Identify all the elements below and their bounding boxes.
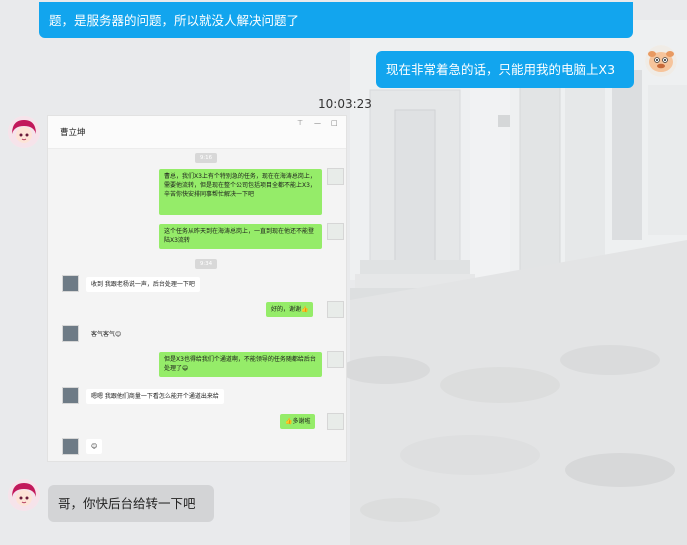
screenshot-message-sent: 这个任务从昨天到在海涛总岗上，一直到现在他还不能登陆X3流转 [159, 224, 322, 249]
minimize-icon: — [314, 119, 321, 127]
message-bubble-received: 哥，你快后台给转一下吧 [48, 485, 214, 522]
screenshot-contact-avatar [62, 325, 79, 342]
screenshot-my-avatar [327, 351, 344, 368]
screenshot-message-received: 收到 我跟老杨说一声，后台处理一下吧 [86, 277, 200, 292]
pin-icon: ⊤ [297, 119, 304, 127]
screenshot-time: 9:34 [195, 259, 217, 269]
sender-avatar[interactable] [8, 116, 40, 148]
message-bubble-sent: 题，是服务器的问题，所以就没人解决问题了 [39, 2, 633, 38]
screenshot-contact-avatar [62, 438, 79, 455]
screenshot-my-avatar [327, 223, 344, 240]
screenshot-my-avatar [327, 413, 344, 430]
screenshot-message-received: 😊 [86, 439, 103, 454]
screenshot-time: 9:16 [195, 153, 217, 163]
message-text: 题，是服务器的问题，所以就没人解决问题了 [49, 13, 300, 28]
sender-avatar[interactable] [8, 479, 40, 511]
my-avatar[interactable] [645, 45, 677, 77]
message-timestamp: 10:03:23 [318, 97, 372, 111]
screenshot-message-sent: 👍多谢啦 [280, 414, 316, 429]
screenshot-message-sent: 但是X3也得给我们个通道啊，不能领导的任务随都给后台处理了😄 [159, 352, 322, 377]
maximize-icon: □ [331, 119, 338, 127]
screenshot-message-received: 嗯嗯 我跟他们商量一下看怎么能开个通道出来给 [86, 389, 224, 404]
anime-avatar-icon [8, 116, 40, 148]
screenshot-header: 曹立坤 ⊤ — □ [48, 116, 346, 149]
chat-screenshot-image[interactable]: 曹立坤 ⊤ — □ 9:16 曹总，我们X3上有个特别急的任务，现在在海涛总岗上… [48, 116, 346, 461]
screenshot-contact-avatar [62, 275, 79, 292]
anime-avatar-icon [8, 479, 40, 511]
screenshot-my-avatar [327, 168, 344, 185]
screenshot-message-sent: 曹总，我们X3上有个特别急的任务，现在在海涛总岗上，需要他流转，但是现在整个公司… [159, 169, 322, 215]
screenshot-message-sent: 好的，谢谢👍 [266, 302, 314, 317]
message-text: 现在非常着急的话，只能用我的电脑上X3 [386, 62, 616, 77]
screenshot-contact-avatar [62, 387, 79, 404]
screenshot-my-avatar [327, 301, 344, 318]
screenshot-message-received: 客气客气😊 [91, 331, 122, 338]
screenshot-contact-name: 曹立坤 [60, 128, 86, 138]
cartoon-face-icon [645, 45, 677, 77]
message-text: 哥，你快后台给转一下吧 [58, 496, 196, 511]
message-bubble-sent: 现在非常着急的话，只能用我的电脑上X3 [376, 51, 634, 88]
